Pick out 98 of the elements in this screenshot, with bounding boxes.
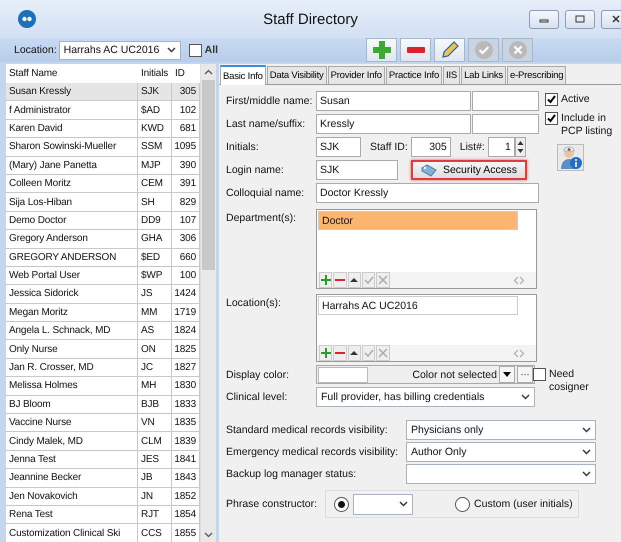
table-cell: RJT <box>138 506 172 524</box>
table-cell: MM <box>138 304 172 322</box>
tab[interactable]: Practice Info <box>386 66 442 84</box>
field-label: First/middle name: <box>226 95 314 107</box>
field-label: Last name/suffix: <box>226 118 306 130</box>
table-cell: SSM <box>138 138 172 157</box>
initials-field[interactable]: SJK <box>316 137 361 157</box>
table-cell[interactable]: (Mary) Jane Panetta <box>6 156 138 175</box>
field-label: Backup log manager status: <box>226 468 358 480</box>
table-cell[interactable]: Colleen Moritz <box>6 174 138 194</box>
tab[interactable]: IIS <box>443 66 460 84</box>
table-cell: JS <box>138 285 172 304</box>
visibility-dropdown[interactable]: Author Only <box>406 442 596 462</box>
field-label: List#: <box>460 141 485 153</box>
table-cell: CEM <box>138 174 172 194</box>
table-cell: CCS <box>138 524 172 542</box>
table-cell[interactable]: Jan R. Crosser, MD <box>6 358 138 378</box>
table-cell: 305 <box>172 83 200 102</box>
last-name-field[interactable]: Kressly <box>316 114 471 134</box>
all-label: All <box>204 44 218 56</box>
table-cell: MJP <box>138 156 172 175</box>
table-cell: SH <box>138 193 172 212</box>
table-cell[interactable]: Karen David <box>6 120 138 138</box>
table-cell[interactable]: Sija Los-Hiban <box>6 193 138 212</box>
visibility-dropdown[interactable]: Physicians only <box>406 420 596 440</box>
list-item[interactable]: Harrahs AC UC2016 <box>318 296 518 315</box>
table-cell: ON <box>138 340 172 359</box>
table-cell[interactable]: Susan Kressly <box>6 83 138 102</box>
table-cell: BJB <box>138 396 172 414</box>
table-cell[interactable]: Jenna Test <box>6 450 138 470</box>
staff-id-field[interactable]: 305 <box>410 137 451 157</box>
field-label: Standard medical records visibility: <box>226 424 389 436</box>
list-box[interactable]: Harrahs AC UC2016 <box>316 294 537 362</box>
table-cell: MH <box>138 377 172 396</box>
tab[interactable]: Basic Info <box>220 65 266 85</box>
list-box[interactable]: Doctor <box>316 209 537 289</box>
table-cell[interactable]: Melissa Holmes <box>6 377 138 396</box>
table-cell: VN <box>138 414 172 432</box>
field-label: Phrase constructor: <box>226 498 318 510</box>
tab[interactable]: Provider Info <box>328 66 385 84</box>
table-cell[interactable]: Rena Test <box>6 506 138 524</box>
table-cell[interactable]: Demo Doctor <box>6 212 138 230</box>
tab[interactable]: Data Visibility <box>266 66 327 84</box>
checkbox-label: Include in PCP listing <box>561 112 614 138</box>
field-label: Department(s): <box>226 212 298 224</box>
field-label: Location(s): <box>226 297 282 309</box>
list-item[interactable]: Doctor <box>318 211 518 230</box>
table-cell[interactable]: Jeannine Becker <box>6 469 138 488</box>
table-cell[interactable]: Web Portal User <box>6 266 138 286</box>
table-cell[interactable]: Jen Novakovich <box>6 488 138 506</box>
colloquial-name-field[interactable]: Doctor Kressly <box>316 183 539 203</box>
table-cell: GHA <box>138 230 172 249</box>
checkbox-label: Need cosigner <box>549 368 590 394</box>
table-cell: AS <box>138 322 172 340</box>
security-access-button[interactable]: Security Access <box>411 160 527 180</box>
first-name-field[interactable]: Susan <box>316 91 471 111</box>
location-label: Location: <box>14 44 57 56</box>
table-cell[interactable]: Jessica Sidorick <box>6 285 138 304</box>
login-name-field[interactable]: SJK <box>316 160 398 180</box>
table-cell: JES <box>138 450 172 470</box>
location-dropdown[interactable]: Harrahs AC UC2016 <box>58 40 181 60</box>
table-cell: JC <box>138 358 172 378</box>
table-cell[interactable]: Customization Clinical Ski <box>6 524 138 542</box>
table-cell[interactable]: Megan Moritz <box>6 304 138 322</box>
color-status: Color not selected <box>412 368 497 380</box>
table-cell[interactable]: Sharon Sowinski-Mueller <box>6 138 138 157</box>
table-cell[interactable]: Cindy Malek, MD <box>6 432 138 451</box>
list-number-field[interactable]: 1 <box>488 137 515 157</box>
field-label: Staff ID: <box>370 141 408 153</box>
checkbox-label: Active <box>561 93 590 106</box>
table-cell: KWD <box>138 120 172 138</box>
tab[interactable]: Lab Links <box>461 66 506 84</box>
radio-label: Custom (user initials) <box>474 498 573 510</box>
table-cell: $AD <box>138 101 172 120</box>
field-label: Emergency medical records visibility: <box>226 446 400 458</box>
table-cell: $ED <box>138 248 172 267</box>
field-label: Clinical level: <box>226 391 288 403</box>
table-cell[interactable]: GREGORY ANDERSON <box>6 248 138 267</box>
table-cell[interactable]: BJ Bloom <box>6 396 138 414</box>
table-cell: DD9 <box>138 212 172 230</box>
window-title: Staff Directory <box>263 10 358 28</box>
table-cell: $WP <box>138 266 172 286</box>
tab[interactable]: e-Prescribing <box>506 66 566 84</box>
field-label: Initials: <box>226 141 260 153</box>
color-picker[interactable]: Color not selected <box>316 365 535 384</box>
table-cell[interactable]: Only Nurse <box>6 340 138 359</box>
table-cell[interactable]: Angela L. Schnack, MD <box>6 322 138 340</box>
field-label: Colloquial name: <box>226 187 306 199</box>
table-cell: JN <box>138 488 172 506</box>
field-label: Display color: <box>226 368 290 380</box>
field-label: Login name: <box>226 164 285 176</box>
table-cell: CLM <box>138 432 172 451</box>
table-cell: JB <box>138 469 172 488</box>
table-cell[interactable]: Vaccine Nurse <box>6 414 138 432</box>
table-cell: SJK <box>138 83 172 102</box>
clinical-level-dropdown[interactable]: Full provider, has billing credentials <box>316 387 535 407</box>
table-cell[interactable]: f Administrator <box>6 101 138 120</box>
table-cell[interactable]: Gregory Anderson <box>6 230 138 249</box>
